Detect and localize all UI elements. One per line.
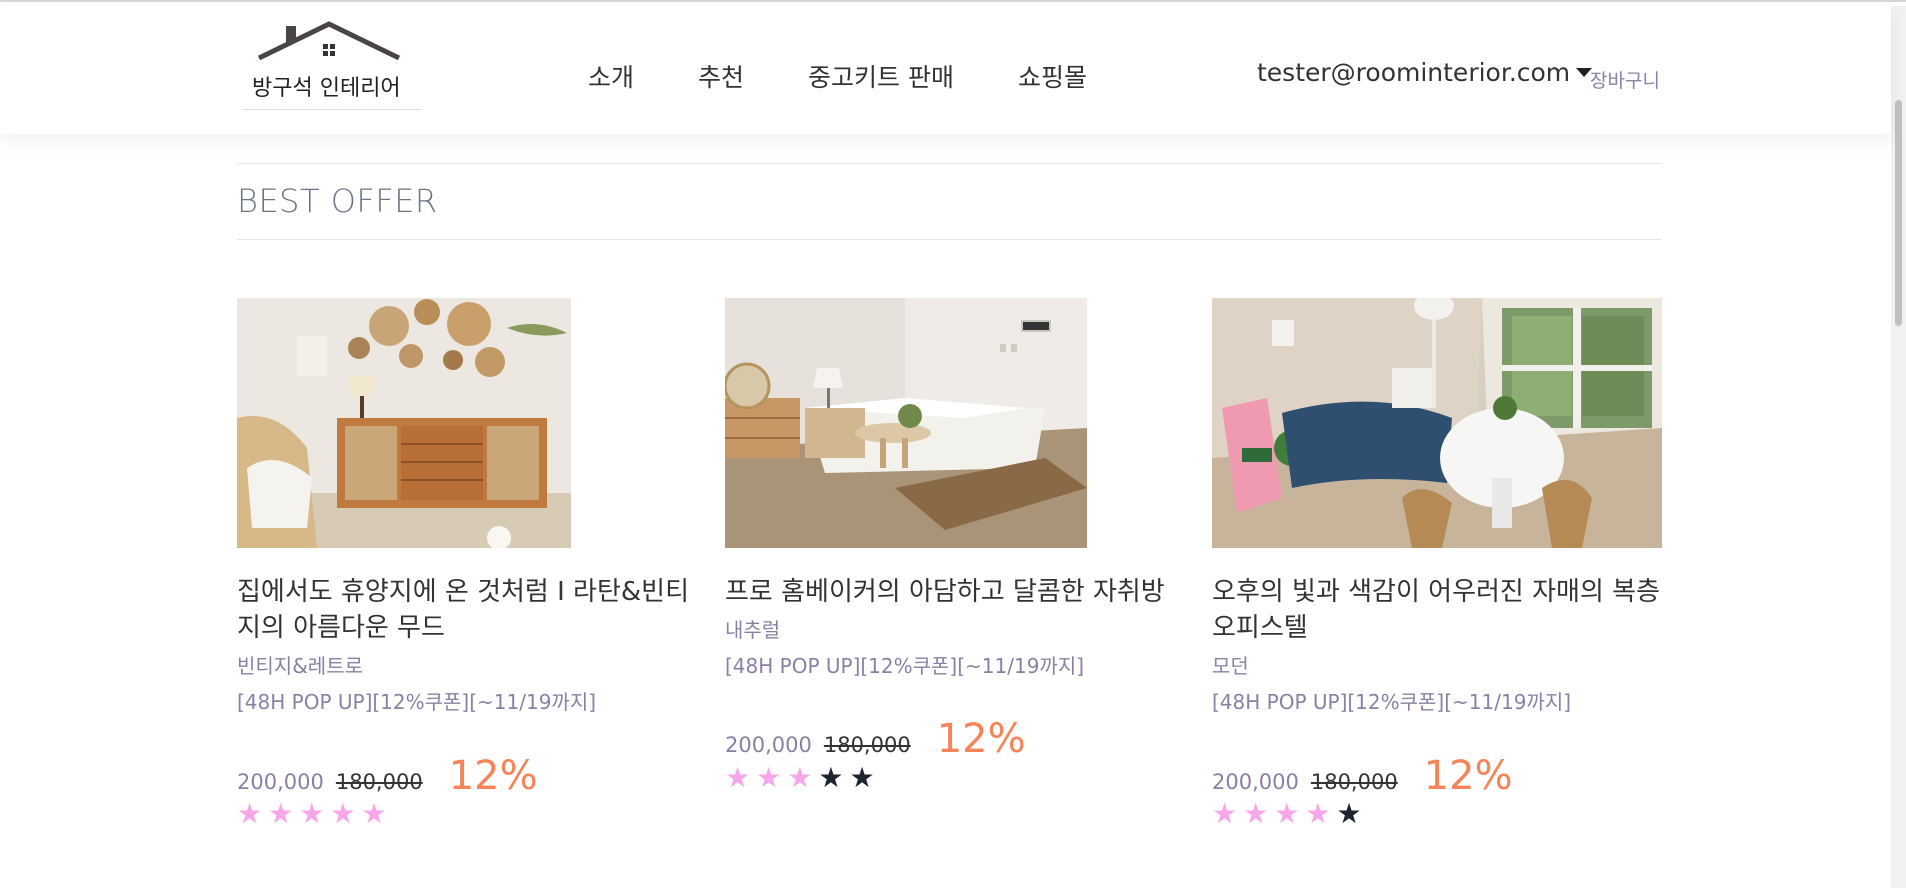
price-row: 200,000 180,000 12%	[1212, 753, 1513, 799]
product-image[interactable]	[1212, 298, 1662, 548]
star-icon: ★	[237, 797, 263, 830]
menu-item-used-kit[interactable]: 중고키트 판매	[808, 58, 954, 94]
star-icon: ★	[330, 797, 356, 830]
product-original-price: 180,000	[823, 733, 911, 757]
rating-stars: ★ ★ ★ ★ ★	[725, 764, 881, 792]
product-title[interactable]: 프로 홈베이커의 아담하고 달콤한 자취방	[725, 574, 1185, 610]
main-menu: 소개 추천 중고키트 판매 쇼핑몰	[588, 58, 1087, 94]
menu-item-recommend[interactable]: 추천	[698, 58, 744, 94]
star-icon: ★	[1212, 797, 1238, 830]
house-icon	[257, 21, 401, 61]
star-icon: ★	[268, 797, 294, 830]
product-discount: 12%	[936, 716, 1026, 762]
product-image[interactable]	[725, 298, 1087, 548]
divider	[237, 163, 1661, 164]
product-promo: [48H POP UP][12%쿠폰][~11/19까지]	[725, 654, 1085, 678]
price-row: 200,000 180,000 12%	[725, 716, 1026, 762]
product-discount: 12%	[448, 753, 538, 799]
product-category: 모던	[1212, 654, 1249, 678]
star-icon: ★	[787, 761, 813, 794]
star-icon: ★	[1243, 797, 1269, 830]
rating-stars: ★ ★ ★ ★ ★	[237, 800, 393, 828]
product-title[interactable]: 집에서도 휴양지에 온 것처럼 I 라탄&빈티지의 아름다운 무드	[237, 574, 697, 646]
product-original-price: 180,000	[1310, 770, 1398, 794]
product-original-price: 180,000	[335, 770, 423, 794]
star-icon: ★	[1336, 797, 1362, 830]
navbar: 방구석 인테리어 소개 추천 중고키트 판매 쇼핑몰 tester@roomin…	[0, 6, 1891, 134]
product-price: 200,000	[1212, 770, 1299, 794]
product-promo: [48H POP UP][12%쿠폰][~11/19까지]	[1212, 690, 1572, 714]
product-price: 200,000	[237, 770, 324, 794]
star-icon: ★	[849, 761, 875, 794]
divider	[237, 239, 1661, 240]
star-icon: ★	[1274, 797, 1300, 830]
star-icon: ★	[818, 761, 844, 794]
product-category: 내추럴	[725, 618, 781, 642]
menu-item-about[interactable]: 소개	[588, 58, 634, 94]
user-email: tester@roominterior.com	[1257, 58, 1571, 87]
product-category: 빈티지&레트로	[237, 654, 363, 678]
star-icon: ★	[361, 797, 387, 830]
product-image[interactable]	[237, 298, 571, 548]
product-discount: 12%	[1423, 753, 1513, 799]
cart-link[interactable]: 장바구니	[1590, 66, 1660, 93]
star-icon: ★	[725, 761, 751, 794]
product-promo: [48H POP UP][12%쿠폰][~11/19까지]	[237, 690, 597, 714]
product-title[interactable]: 오후의 빛과 색감이 어우러진 자매의 복층 오피스텔	[1212, 574, 1667, 646]
scrollbar-thumb[interactable]	[1895, 100, 1902, 326]
price-row: 200,000 180,000 12%	[237, 753, 538, 799]
product-price: 200,000	[725, 733, 812, 757]
menu-item-shop[interactable]: 쇼핑몰	[1018, 58, 1087, 94]
user-dropdown[interactable]: tester@roominterior.com	[1257, 58, 1593, 87]
star-icon: ★	[299, 797, 325, 830]
logo-text: 방구석 인테리어	[252, 76, 401, 101]
section-title: BEST OFFER	[237, 182, 438, 220]
rating-stars: ★ ★ ★ ★ ★	[1212, 800, 1368, 828]
star-icon: ★	[1305, 797, 1331, 830]
star-icon: ★	[756, 761, 782, 794]
logo[interactable]: 방구석 인테리어	[242, 18, 422, 110]
